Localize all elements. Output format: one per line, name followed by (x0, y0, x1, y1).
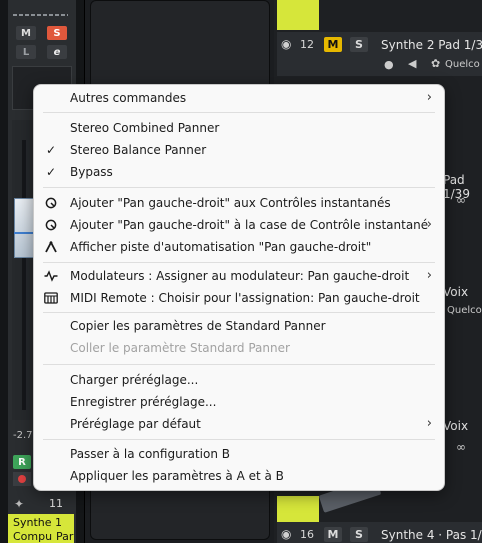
menu-separator (43, 262, 435, 263)
track-type-icon: ✦ (14, 497, 25, 511)
track-16-mute-button[interactable]: M (324, 527, 342, 542)
listen-button[interactable]: L (16, 45, 36, 59)
channel-name-line3: Par (56, 530, 74, 543)
menu-separator (43, 112, 435, 113)
midi-remote-icon (43, 287, 59, 309)
modulator-icon (43, 265, 59, 287)
midi-track-icon: ◉ (281, 37, 292, 51)
solo-button[interactable]: S (47, 26, 67, 40)
automation-icon (43, 236, 59, 258)
record-enable-button[interactable] (13, 472, 31, 486)
volume-readout: -2.7 (13, 430, 33, 441)
track-name-fragment-voix-2: Voix (443, 419, 469, 433)
monitor-icon[interactable]: ◀ (408, 57, 416, 70)
menu-item-stereo-balance-panner[interactable]: ✓ Stereo Balance Panner (34, 139, 444, 161)
record-enable-icon[interactable]: ● (384, 58, 394, 71)
menu-item-save-preset[interactable]: Enregistrer préréglage... (34, 391, 444, 413)
menu-separator (43, 187, 435, 188)
menu-separator (43, 439, 435, 440)
link-icon[interactable]: ∞ (456, 193, 466, 207)
track-12-name: Synthe 2 Pad 1/39 (381, 38, 482, 52)
menu-item-modulators[interactable]: Modulateurs : Assigner au modulateur: Pa… (34, 265, 444, 287)
track-12-solo-button[interactable]: S (350, 37, 368, 52)
check-icon: ✓ (45, 165, 57, 179)
read-automation-button[interactable]: R (13, 455, 31, 469)
menu-item-apply-a-and-b[interactable]: Appliquer les paramètres à A et à B (34, 465, 444, 487)
meter-scale (13, 14, 68, 16)
track-16-name: Synthe 4 · Pas 1/1 (381, 528, 482, 542)
channel-name-line2: Compu (13, 530, 53, 543)
chevron-right-icon: › (426, 90, 432, 105)
track-12-instrument: Quelco (445, 59, 480, 70)
menu-item-switch-to-b[interactable]: Passer à la configuration B (34, 443, 444, 465)
mute-button[interactable]: M (16, 26, 36, 40)
track-16-solo-button[interactable]: S (350, 527, 368, 542)
track-name-fragment-voix: Voix (443, 285, 469, 299)
chevron-right-icon: › (426, 416, 432, 431)
menu-item-other-commands[interactable]: Autres commandes › (34, 87, 444, 109)
fader-mark (14, 232, 34, 234)
quick-control-icon (43, 214, 59, 236)
channel-name: Synthe 1 (13, 516, 63, 529)
track-instrument-fragment: Quelco (447, 305, 482, 316)
track-16-number: 16 (300, 528, 314, 541)
instrument-icon: ✿ (431, 57, 441, 70)
link-icon-2[interactable]: ∞ (456, 440, 466, 454)
menu-item-paste-parameter: Coller le paramètre Standard Panner (70, 341, 290, 355)
menu-separator (43, 312, 435, 313)
menu-item-load-preset[interactable]: Charger préréglage... (34, 369, 444, 391)
track-12-number: 12 (300, 38, 314, 51)
record-icon (18, 475, 26, 483)
chevron-right-icon: › (426, 268, 432, 283)
track-color-strip-top (277, 0, 319, 30)
menu-separator (43, 364, 435, 365)
menu-item-add-quick-controls[interactable]: Ajouter "Pan gauche-droit" aux Contrôles… (34, 192, 444, 214)
fader-track (22, 140, 26, 410)
menu-item-show-automation[interactable]: Afficher piste d'automatisation "Pan gau… (34, 236, 444, 258)
menu-item-add-quick-control-slot[interactable]: Ajouter "Pan gauche-droit" à la case de … (34, 214, 444, 236)
menu-item-stereo-combined-panner[interactable]: Stereo Combined Panner (34, 117, 444, 139)
menu-item-copy-parameters[interactable]: Copier les paramètres de Standard Panner (34, 315, 444, 337)
channel-number: 11 (49, 497, 63, 510)
midi-track-icon-16: ◉ (281, 527, 292, 541)
chevron-right-icon: › (426, 217, 432, 232)
menu-item-midi-remote[interactable]: MIDI Remote : Choisir pour l'assignation… (34, 287, 444, 309)
check-icon: ✓ (45, 143, 57, 157)
context-menu: Autres commandes › Stereo Combined Panne… (33, 84, 445, 491)
menu-item-default-preset[interactable]: Préréglage par défaut › (34, 413, 444, 435)
quick-control-icon (43, 192, 59, 214)
track-12-mute-button[interactable]: M (324, 37, 342, 52)
menu-item-bypass[interactable]: ✓ Bypass (34, 161, 444, 183)
edit-button[interactable]: e (47, 45, 67, 59)
